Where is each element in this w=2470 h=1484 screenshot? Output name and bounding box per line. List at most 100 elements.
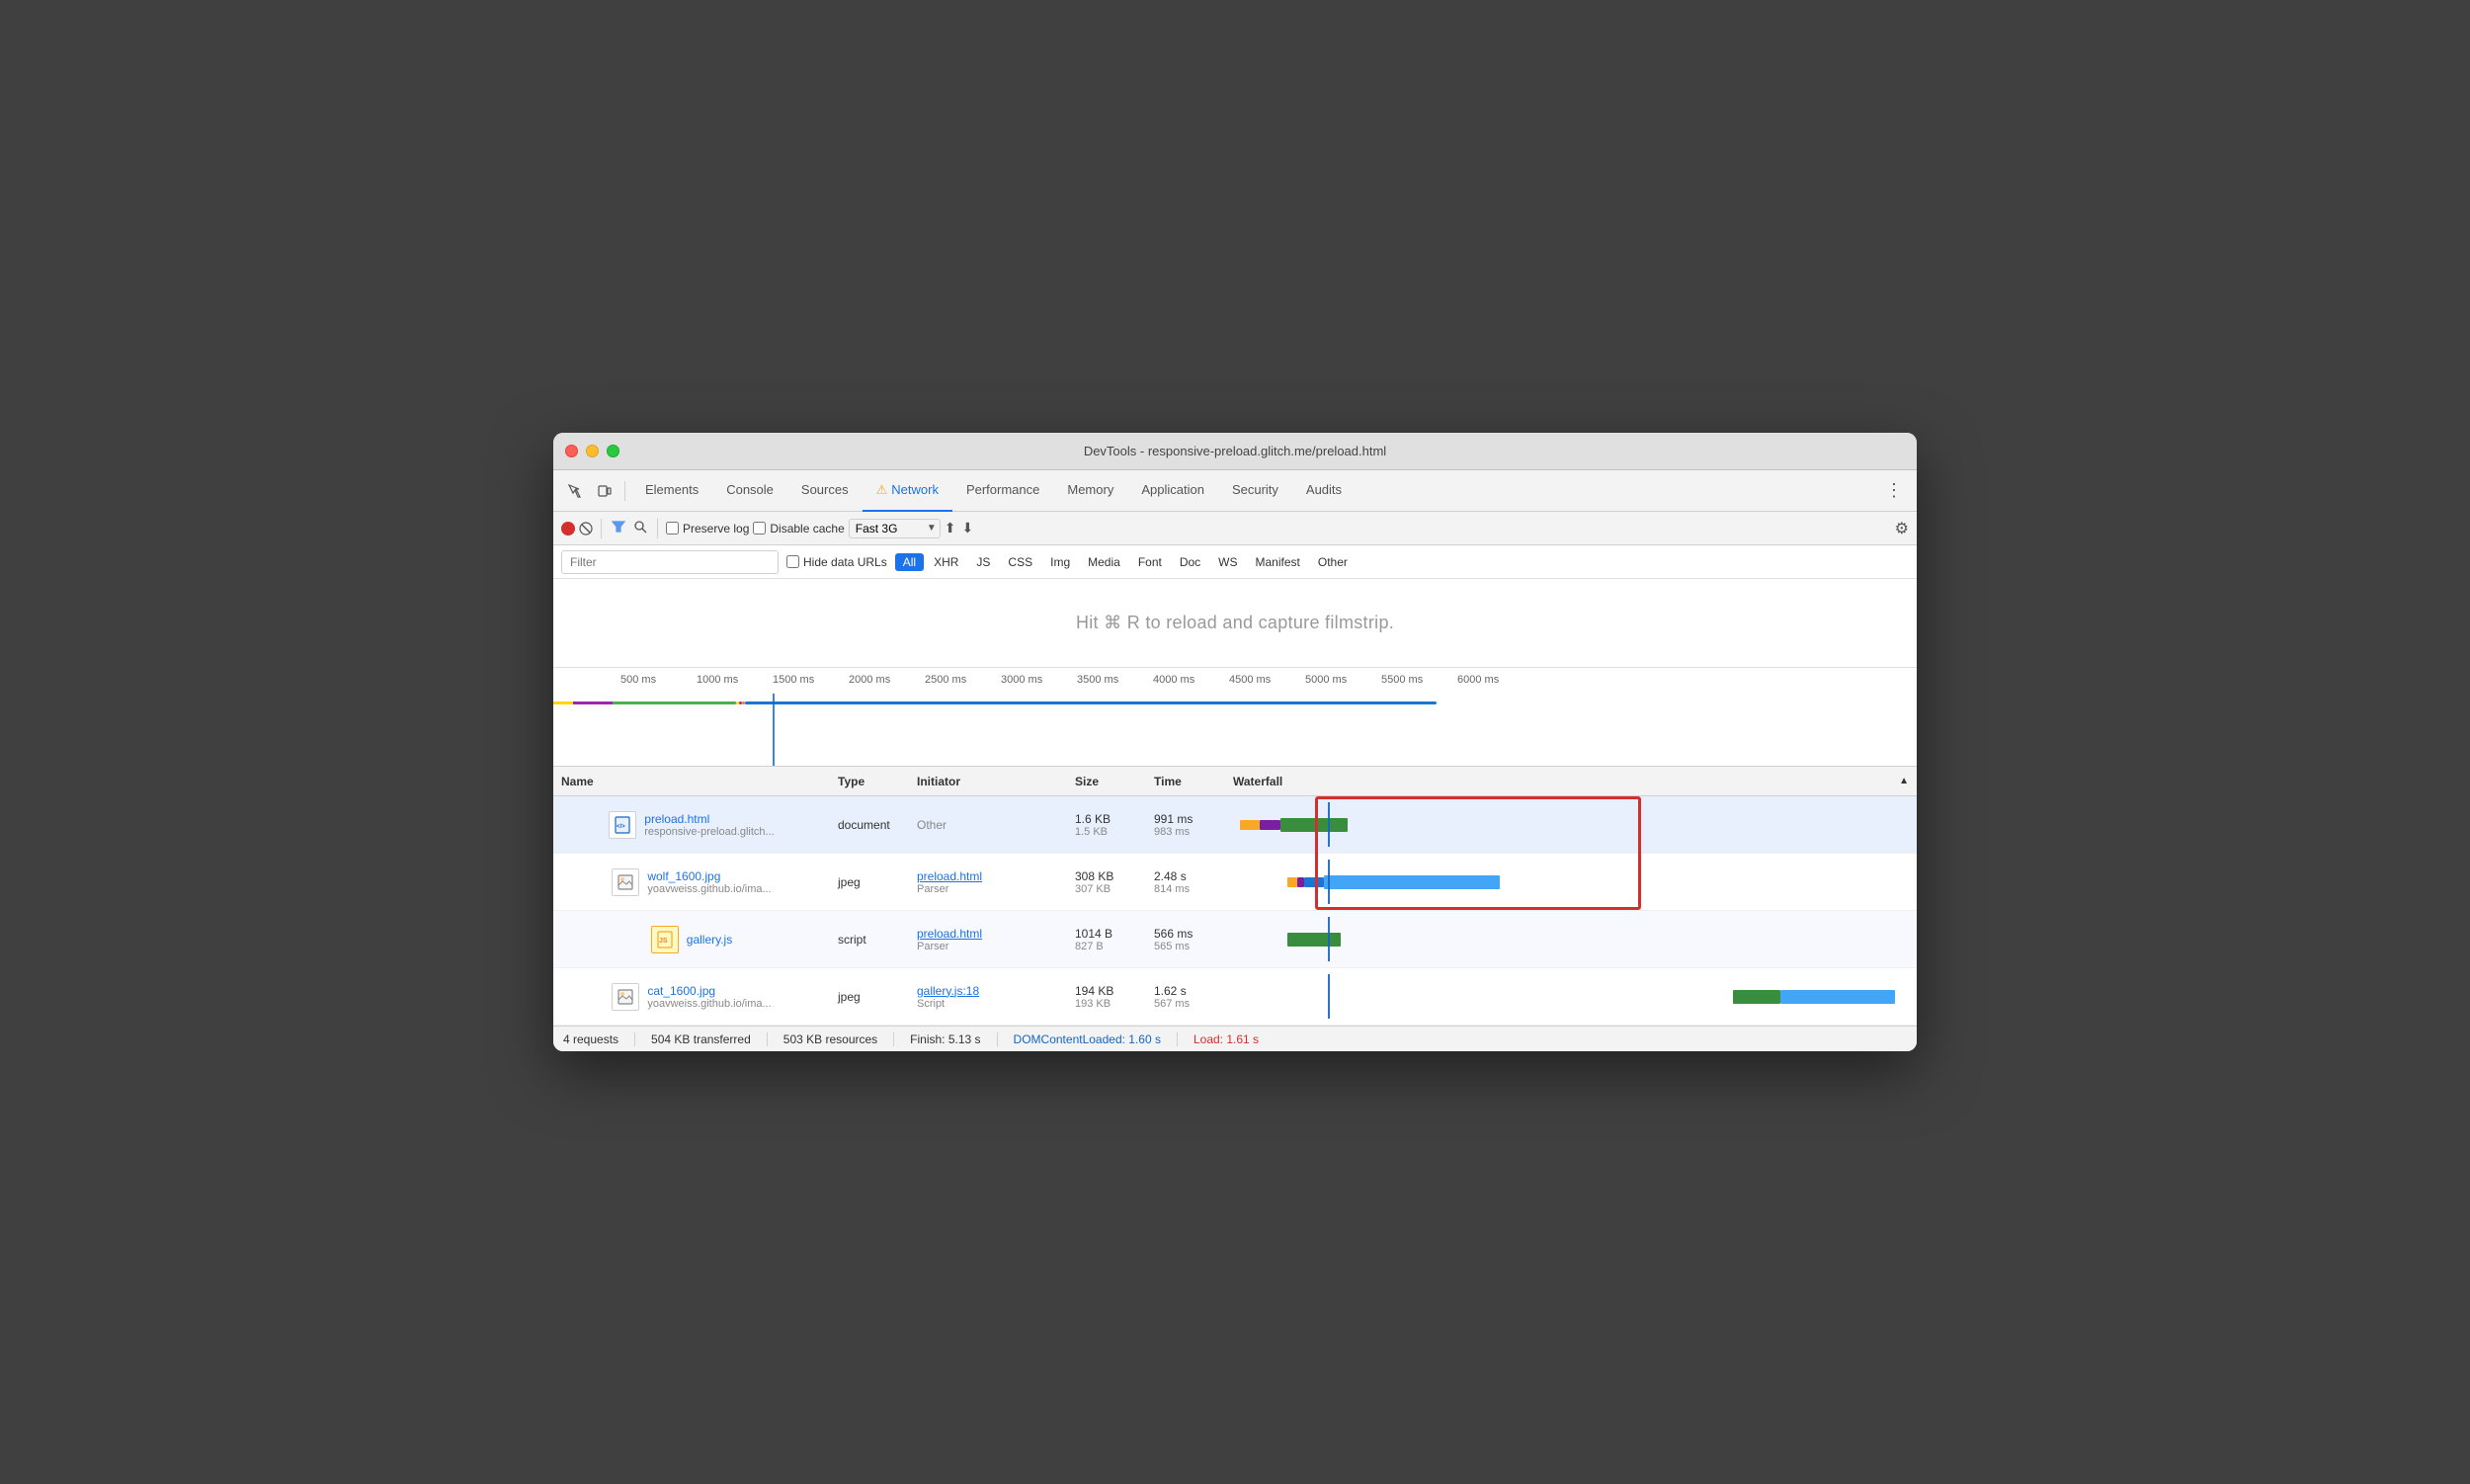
td-size-3: 1014 B 827 B — [1067, 911, 1146, 967]
inspect-icon[interactable] — [561, 477, 589, 505]
name-content: gallery.js — [687, 933, 732, 947]
throttle-select[interactable]: Fast 3G No throttling Slow 3G Offline — [849, 519, 941, 538]
tab-performance[interactable]: Performance — [952, 470, 1053, 512]
th-name: Name — [553, 775, 830, 788]
tab-security[interactable]: Security — [1218, 470, 1292, 512]
filmstrip-hint: Hit ⌘ R to reload and capture filmstrip. — [1076, 613, 1394, 633]
toolbar-divider-2 — [601, 519, 602, 538]
initiator-link-3[interactable]: preload.html — [917, 927, 1059, 941]
search-icon[interactable] — [631, 518, 649, 538]
filter-ws[interactable]: WS — [1210, 553, 1245, 571]
status-divider-5 — [1177, 1032, 1178, 1046]
td-initiator-4: gallery.js:18 Script — [909, 968, 1067, 1025]
ruler-label-4000: 4000 ms — [1153, 674, 1194, 686]
td-initiator-2: preload.html Parser — [909, 854, 1067, 910]
tab-console[interactable]: Console — [712, 470, 787, 512]
tab-bar: Elements Console Sources ⚠ Network Perfo… — [553, 470, 1917, 512]
ruler-label-2000: 2000 ms — [849, 674, 890, 686]
disable-cache-label[interactable]: Disable cache — [753, 522, 844, 536]
throttle-wrapper: Fast 3G No throttling Slow 3G Offline ▼ — [849, 519, 941, 538]
filter-media[interactable]: Media — [1080, 553, 1128, 571]
hide-data-urls-label[interactable]: Hide data URLs — [786, 555, 887, 569]
clear-button[interactable] — [579, 522, 593, 536]
file-icon-img-cat — [612, 983, 639, 1011]
preserve-log-label[interactable]: Preserve log — [666, 522, 749, 536]
td-time-2: 2.48 s 814 ms — [1146, 854, 1225, 910]
preserve-log-checkbox[interactable] — [666, 522, 679, 535]
tab-network[interactable]: ⚠ Network — [863, 470, 952, 512]
tab-elements[interactable]: Elements — [631, 470, 712, 512]
svg-text:</>: </> — [617, 824, 625, 830]
devtools-window: DevTools - responsive-preload.glitch.me/… — [553, 433, 1917, 1051]
initiator-link-4[interactable]: gallery.js:18 — [917, 984, 1059, 998]
record-button[interactable] — [561, 522, 575, 536]
status-bar: 4 requests 504 KB transferred 503 KB res… — [553, 1026, 1917, 1051]
device-icon[interactable] — [591, 477, 618, 505]
filter-bar: Hide data URLs All XHR JS CSS Img Media … — [553, 545, 1917, 579]
timeline-tracks — [553, 694, 1917, 767]
ruler-label-1000: 1000 ms — [697, 674, 738, 686]
tab-sources[interactable]: Sources — [787, 470, 863, 512]
download-icon[interactable]: ⬇ — [961, 520, 973, 536]
table-row[interactable]: cat_1600.jpg yoavweiss.github.io/ima... … — [553, 968, 1917, 1026]
td-type-4: jpeg — [830, 968, 909, 1025]
filter-font[interactable]: Font — [1130, 553, 1170, 571]
td-size-4: 194 KB 193 KB — [1067, 968, 1146, 1025]
td-waterfall-2 — [1225, 854, 1917, 910]
network-toolbar: Preserve log Disable cache Fast 3G No th… — [553, 512, 1917, 545]
tab-audits[interactable]: Audits — [1292, 470, 1356, 512]
name-content: cat_1600.jpg yoavweiss.github.io/ima... — [647, 984, 771, 1010]
settings-icon[interactable]: ⚙ — [1895, 519, 1909, 538]
more-menu-icon[interactable]: ⋮ — [1879, 480, 1909, 501]
td-waterfall-3 — [1225, 911, 1917, 967]
row-name-sub: responsive-preload.glitch... — [644, 826, 774, 838]
filter-input[interactable] — [561, 550, 779, 574]
minimize-button[interactable] — [586, 445, 599, 457]
filter-type-buttons: All XHR JS CSS Img Media Font Doc WS Man… — [895, 553, 1356, 571]
filter-img[interactable]: Img — [1042, 553, 1078, 571]
timeline-ruler: 500 ms 1000 ms 1500 ms 2000 ms 2500 ms 3… — [553, 668, 1917, 767]
wbar-purple-1 — [1260, 820, 1280, 830]
close-button[interactable] — [565, 445, 578, 457]
td-type-3: script — [830, 911, 909, 967]
status-load: Load: 1.61 s — [1194, 1032, 1259, 1046]
warning-icon: ⚠ — [876, 482, 888, 498]
table-row[interactable]: </> preload.html responsive-preload.glit… — [553, 796, 1917, 854]
maximize-button[interactable] — [607, 445, 619, 457]
filter-other[interactable]: Other — [1310, 553, 1356, 571]
table-row[interactable]: wolf_1600.jpg yoavweiss.github.io/ima...… — [553, 854, 1917, 911]
upload-icon[interactable]: ⬆ — [945, 520, 956, 536]
td-type-2: jpeg — [830, 854, 909, 910]
filter-icon[interactable] — [610, 518, 627, 538]
td-name-cat: cat_1600.jpg yoavweiss.github.io/ima... — [553, 968, 830, 1025]
td-name-wolf: wolf_1600.jpg yoavweiss.github.io/ima... — [553, 854, 830, 910]
td-time-1: 991 ms 983 ms — [1146, 796, 1225, 853]
vmarker-4 — [1328, 974, 1330, 1019]
filter-all[interactable]: All — [895, 553, 924, 571]
disable-cache-checkbox[interactable] — [753, 522, 766, 535]
filter-js[interactable]: JS — [968, 553, 998, 571]
hide-data-urls-checkbox[interactable] — [786, 555, 799, 568]
filter-doc[interactable]: Doc — [1172, 553, 1208, 571]
status-divider-2 — [767, 1032, 768, 1046]
status-finish: Finish: 5.13 s — [910, 1032, 980, 1046]
wbar-green-4 — [1733, 990, 1780, 1004]
table-row[interactable]: JS gallery.js script preload.html Parser… — [553, 911, 1917, 968]
wbar-blue-4 — [1780, 990, 1895, 1004]
timeline-vmarker — [773, 694, 775, 767]
initiator-link-2[interactable]: preload.html — [917, 869, 1059, 883]
td-waterfall-4 — [1225, 968, 1917, 1025]
name-content: preload.html responsive-preload.glitch..… — [644, 812, 774, 838]
row-name-sub: yoavweiss.github.io/ima... — [647, 883, 771, 895]
title-bar: DevTools - responsive-preload.glitch.me/… — [553, 433, 1917, 470]
wbar-green-3 — [1287, 933, 1342, 947]
tab-application[interactable]: Application — [1127, 470, 1218, 512]
waterfall-container-1 — [1233, 802, 1909, 847]
tab-memory[interactable]: Memory — [1053, 470, 1127, 512]
filter-manifest[interactable]: Manifest — [1248, 553, 1308, 571]
filter-xhr[interactable]: XHR — [926, 553, 966, 571]
name-content: wolf_1600.jpg yoavweiss.github.io/ima... — [647, 869, 771, 895]
filter-css[interactable]: CSS — [1000, 553, 1040, 571]
ruler-labels: 500 ms 1000 ms 1500 ms 2000 ms 2500 ms 3… — [553, 668, 1917, 674]
wbar-yellow-2 — [1287, 877, 1297, 887]
